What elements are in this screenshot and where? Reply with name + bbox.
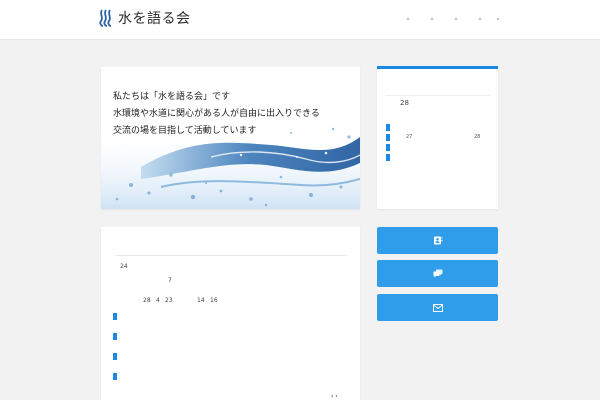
entry-count: 24 [120,263,128,270]
hero-line: 私たちは「水を語る会」です [113,92,231,102]
list-marker [113,313,117,320]
list-marker [113,373,117,380]
nav-item-4[interactable] [479,18,481,20]
list-marker [113,333,117,340]
chat-icon [433,269,442,278]
entry-number: 23 [165,297,173,304]
list-marker [386,144,390,151]
list-marker [386,154,390,161]
widget-number: 28 [400,99,409,107]
main-content-card: 24 7 28 4 23 14 16 › › [101,227,360,400]
chat-button[interactable] [377,260,498,287]
entry-number: 16 [210,297,218,304]
hero-card: 私たちは「水を語る会」です 水環境や水道に関心がある人が自由に出入りできる 交流… [101,67,360,209]
widget-count-left: 27 [406,134,413,140]
entry-number: 14 [197,297,205,304]
mail-icon [432,303,443,312]
site-header: 水を語る会 [0,0,600,40]
entry-number: 4 [156,297,160,304]
hero-line: 水環境や水道に関心がある人が自由に出入りできる [113,109,320,119]
nav-item-5[interactable] [497,18,499,20]
site-title: 水を語る会 [118,11,191,27]
nav-item-2[interactable] [431,18,433,20]
contact-button[interactable] [377,227,498,254]
entry-number: 28 [143,297,151,304]
list-marker [386,124,390,131]
sidebar-widget: 28 27 28 [377,66,498,209]
divider [385,95,491,96]
nav-item-3[interactable] [455,18,457,20]
site-logo[interactable]: 水を語る会 [99,8,191,28]
widget-count-right: 28 [474,134,481,140]
hero-intro-text: 私たちは「水を語る会」です 水環境や水道に関心がある人が自由に出入りできる 交流… [113,89,320,140]
entry-number: 7 [168,277,172,284]
widget-list-markers [386,124,390,164]
contact-icon [433,236,442,245]
list-marker [113,353,117,360]
pagination-next[interactable]: › › [331,393,338,400]
hero-line: 交流の場を目指して活動しています [113,126,257,136]
mail-button[interactable] [377,294,498,321]
list-marker [386,134,390,141]
divider [115,255,347,256]
nav-item-1[interactable] [407,18,409,20]
water-waves-logo-icon [99,9,112,27]
